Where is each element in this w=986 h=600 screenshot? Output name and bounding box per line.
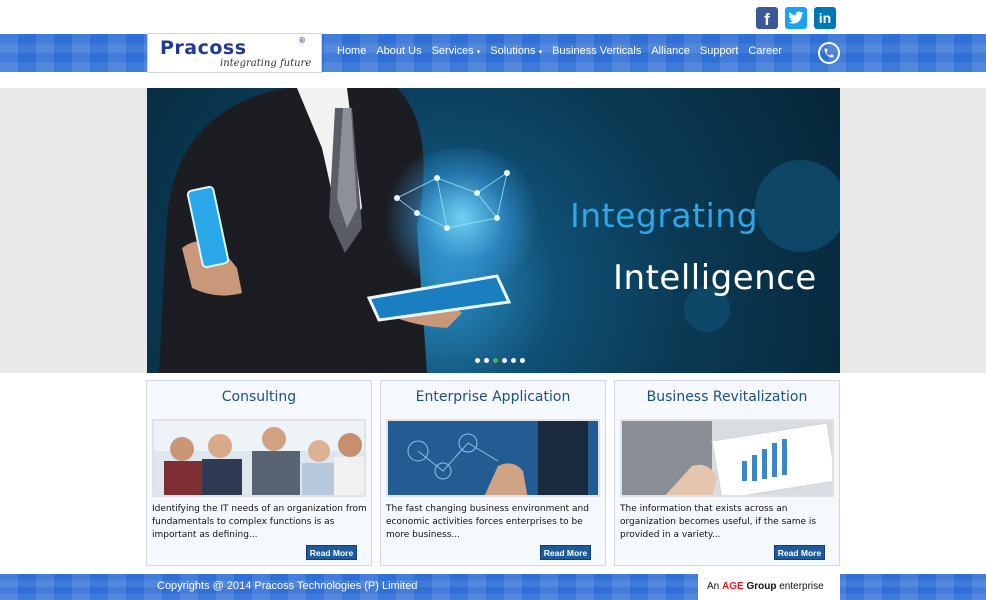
card-title: Enterprise Application — [415, 389, 571, 405]
brand-name: Pracoss — [160, 37, 247, 59]
nav-about-us-label: About Us — [376, 45, 422, 57]
facebook-icon[interactable]: f — [756, 7, 778, 29]
social-links: f in — [756, 7, 836, 29]
nav-alliance-label: Alliance — [651, 45, 690, 57]
read-more-button[interactable]: Read More — [540, 545, 591, 560]
brand-registered: ® — [298, 36, 306, 45]
slider-dot-active[interactable] — [493, 358, 498, 363]
chevron-down-icon: ▾ — [538, 49, 543, 56]
slider-dot[interactable] — [502, 358, 507, 363]
linkedin-glyph: in — [818, 10, 832, 26]
brand-tagline: integrating future — [220, 58, 312, 69]
card-text: The fast changing business environment a… — [386, 504, 589, 540]
twitter-bird-icon — [788, 11, 804, 24]
footer-enterprise[interactable]: An AGE Group enterprise — [707, 581, 824, 592]
enterprise-touchscreen-photo — [386, 419, 600, 497]
card-title: Business Revitalization — [646, 389, 808, 405]
nav-services-label: Services — [431, 45, 474, 57]
people-photo-icon — [154, 421, 364, 495]
hero-slider[interactable]: Integrating Intelligence — [147, 88, 840, 373]
nav-support[interactable]: Support — [700, 45, 739, 57]
slider-dot[interactable] — [475, 358, 480, 363]
nav-home[interactable]: Home — [337, 45, 366, 57]
slider-dots — [475, 358, 525, 363]
footer-copyright: Copyrights @ 2014 Pracoss Technologies (… — [157, 580, 418, 592]
card-enterprise-application: Enterprise Application The fast changing… — [380, 380, 606, 566]
nav-home-label: Home — [337, 45, 367, 57]
group-text: Group — [746, 581, 777, 592]
decor-circle-large — [755, 160, 840, 252]
twitter-icon[interactable] — [785, 7, 807, 29]
hero-heading-line1: Integrating — [570, 196, 759, 235]
slider-dot[interactable] — [484, 358, 489, 363]
read-more-button[interactable]: Read More — [306, 545, 357, 560]
business-tablet-chart-photo — [620, 419, 834, 497]
card-business-revitalization: Business Revitalization The information … — [614, 380, 840, 566]
page: { "social": { "facebook": {"icon": "face… — [0, 0, 986, 600]
nav-career-label: Career — [748, 45, 783, 57]
linkedin-icon[interactable]: in — [814, 7, 836, 29]
touchscreen-photo-icon — [388, 421, 598, 495]
main-nav: Home About Us Services ▾ Solutions ▾ Busin… — [337, 45, 792, 57]
facebook-glyph: f — [764, 10, 770, 29]
nav-alliance[interactable]: Alliance — [651, 45, 690, 57]
footer-enterprise-box: An AGE Group enterprise — [698, 574, 840, 600]
phone-icon[interactable] — [818, 42, 840, 64]
slider-dot[interactable] — [511, 358, 516, 363]
age-logo-text: AGE — [722, 581, 744, 592]
nav-about-us[interactable]: About Us — [376, 45, 421, 57]
enterprise-suffix: enterprise — [779, 581, 824, 592]
read-more-button[interactable]: Read More — [774, 545, 825, 560]
nav-solutions[interactable]: Solutions ▾ — [490, 45, 542, 57]
nav-business-verticals-label: Business Verticals — [552, 45, 642, 57]
card-text: The information that exists across an or… — [620, 504, 817, 540]
nav-career[interactable]: Career — [748, 45, 782, 57]
nav-business-verticals[interactable]: Business Verticals — [552, 45, 641, 57]
nav-support-label: Support — [699, 45, 739, 57]
hero-heading-line2: Intelligence — [613, 258, 817, 298]
enterprise-prefix: An — [707, 581, 720, 592]
card-consulting: Consulting Identifying the IT needs of a… — [146, 380, 372, 566]
tablet-chart-photo-icon — [622, 421, 832, 495]
chevron-down-icon: ▾ — [476, 49, 481, 56]
card-title: Consulting — [221, 389, 297, 405]
phone-handset-icon — [824, 48, 834, 58]
consulting-team-photo — [152, 419, 366, 497]
slider-dot[interactable] — [520, 358, 525, 363]
nav-services[interactable]: Services ▾ — [432, 45, 481, 57]
card-text: Identifying the IT needs of an organizat… — [152, 504, 367, 540]
nav-solutions-label: Solutions — [490, 45, 536, 57]
brand-logo[interactable]: Pracoss ® integrating future — [147, 33, 322, 73]
